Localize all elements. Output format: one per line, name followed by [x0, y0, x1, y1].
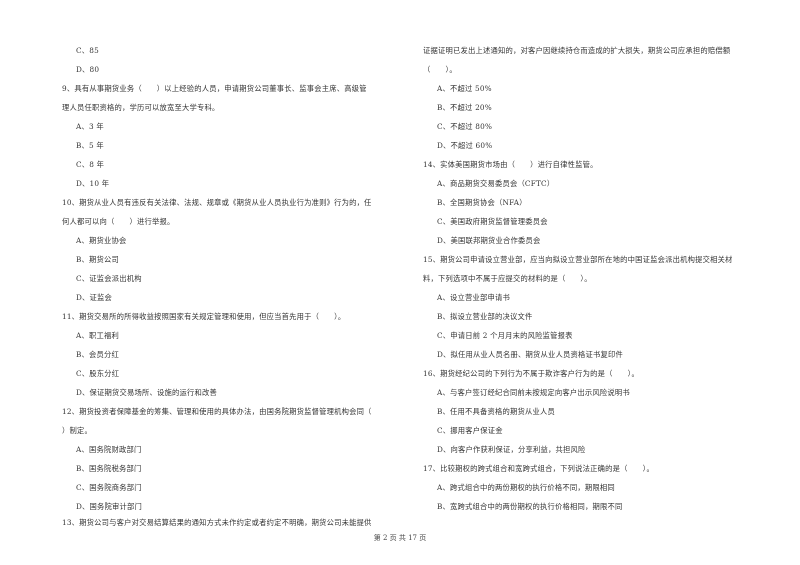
option-text: C、申请日前 2 个月月末的风险监管报表 — [437, 331, 573, 340]
option-text: C、8 年 — [76, 160, 105, 169]
option-text: A、与客户签订经纪合同前未按规定向客户出示风险说明书 — [437, 388, 630, 397]
option-text: C、美国政府期货监督管理委员会 — [437, 217, 548, 226]
option-text: D、向客户作获利保证，分享利益，共担风险 — [437, 445, 586, 454]
option-text: A、设立营业部申请书 — [437, 293, 510, 302]
option-text: D、不超过 60% — [437, 141, 493, 150]
question-stem: 14、实体美国期货市场由（ ）进行自律性监管。 — [423, 160, 598, 169]
option-text: B、拟设立营业部的决议文件 — [437, 312, 533, 321]
option-text: B、全国期货协会（NFA） — [437, 198, 527, 207]
option-text: B、会员分红 — [76, 350, 120, 359]
question-stem: ）制定。 — [62, 426, 92, 435]
option-text: A、职工福利 — [76, 331, 119, 340]
option-text: D、80 — [76, 65, 100, 74]
option-text: B、宽跨式组合中的两份期权的执行价格相同，期限不同 — [437, 502, 623, 511]
option-text: A、期货业协会 — [76, 236, 127, 245]
question-stem: 11、期货交易所的所得收益按照国家有关规定管理和使用，但应当首先用于（ ）。 — [62, 312, 346, 321]
option-text: D、美国联邦期货业合作委员会 — [437, 236, 541, 245]
option-text: B、国务院税务部门 — [76, 464, 142, 473]
question-stem: 证据证明已发出上述通知的，对客户因继续持仓而造成的扩大损失，期货公司应承担的赔偿… — [423, 46, 731, 55]
question-stem: 9、具有从事期货业务（ ）以上经验的人员，申请期货公司董事长、监事会主席、高级管 — [62, 84, 367, 93]
option-text: D、国务院审计部门 — [76, 502, 143, 511]
question-stem: （ ）。 — [423, 65, 457, 74]
option-text: C、股东分红 — [76, 369, 120, 378]
question-stem: 料，下列选项中不属于应提交的材料的是（ ）。 — [423, 274, 592, 283]
option-text: A、跨式组合中的两份期权的执行价格不同，期限相同 — [437, 483, 615, 492]
question-stem: 理人员任职资格的，学历可以放宽至大学专科。 — [62, 103, 220, 112]
option-text: C、不超过 80% — [437, 122, 493, 131]
question-stem: 12、期货投资者保障基金的筹集、管理和使用的具体办法，由国务院期货监督管理机构会… — [62, 407, 372, 416]
option-text: A、不超过 50% — [437, 84, 492, 93]
option-text: D、保证期货交易场所、设施的运行和改善 — [76, 388, 217, 397]
option-text: C、挪用客户保证金 — [437, 426, 503, 435]
option-text: C、85 — [76, 46, 99, 55]
option-text: C、国务院商务部门 — [76, 483, 142, 492]
option-text: D、拟任用从业人员名册、期货从业人员资格证书复印件 — [437, 350, 623, 359]
question-stem: 17、比较期权的跨式组合和宽跨式组合，下列说法正确的是（ ）。 — [423, 464, 654, 473]
option-text: B、5 年 — [76, 141, 104, 150]
option-text: B、期货公司 — [76, 255, 120, 264]
option-text: A、商品期货交易委员会（CFTC） — [437, 179, 555, 188]
option-text: D、10 年 — [76, 179, 110, 188]
question-stem: 15、期货公司申请设立营业部，应当向拟设立营业部所在地的中国证监会派出机构提交相… — [423, 255, 733, 264]
option-text: D、证监会 — [76, 293, 113, 302]
option-text: C、证监会派出机构 — [76, 274, 142, 283]
question-stem: 16、期货经纪公司的下列行为不属于欺诈客户行为的是（ ）。 — [423, 369, 639, 378]
option-text: A、国务院财政部门 — [76, 445, 142, 454]
option-text: B、任用不具备资格的期货从业人员 — [437, 407, 556, 416]
option-text: B、不超过 20% — [437, 103, 492, 112]
page-footer: 第 2 页 共 17 页 — [373, 534, 427, 542]
question-stem: 何人都可以向（ ）进行举报。 — [62, 217, 175, 226]
option-text: A、3 年 — [76, 122, 104, 131]
question-stem: 13、期货公司与客户对交易结算结果的通知方式未作约定或者约定不明确，期货公司未能… — [62, 518, 372, 527]
question-stem: 10、期货从业人员有违反有关法律、法规、规章或《期货从业人员执业行为准则》行为的… — [62, 198, 372, 207]
